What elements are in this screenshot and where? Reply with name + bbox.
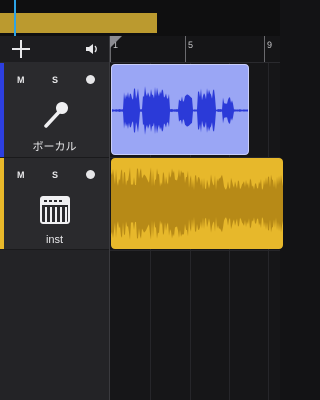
audio-region-vocal[interactable] [111, 64, 249, 155]
track-header-vocal[interactable]: M S ボーカル [0, 63, 109, 158]
playhead[interactable] [14, 0, 16, 36]
header-divider [109, 36, 110, 400]
keyboard-icon [38, 194, 72, 228]
waveform-shape [111, 167, 283, 240]
speaker-button[interactable] [84, 41, 100, 57]
waveform-inst [111, 167, 283, 240]
ruler-tick [264, 36, 265, 62]
waveform-vocal [112, 86, 248, 135]
plus-icon [12, 40, 30, 58]
solo-button[interactable]: S [52, 170, 58, 180]
timeline-ruler[interactable]: 1 5 9 [109, 36, 280, 63]
ruler-marker-5: 5 [188, 40, 194, 50]
speaker-icon [86, 44, 97, 54]
microphone-icon [38, 99, 72, 133]
overview-region [0, 13, 157, 33]
mute-button[interactable]: M [17, 75, 25, 85]
record-enable-button[interactable] [86, 170, 95, 179]
loop-start-handle[interactable] [110, 36, 122, 48]
empty-track-header-area [0, 250, 109, 400]
record-enable-button[interactable] [86, 75, 95, 84]
add-track-button[interactable] [10, 38, 32, 60]
lane-divider [110, 250, 280, 251]
audio-region-inst[interactable] [111, 158, 283, 249]
track-name: inst [45, 234, 64, 246]
solo-button[interactable]: S [52, 75, 58, 85]
track-header-inst[interactable]: M S inst [0, 158, 109, 250]
ruler-tick [185, 36, 186, 62]
ruler-marker-9: 9 [267, 40, 273, 50]
mute-button[interactable]: M [17, 170, 25, 180]
track-name: ボーカル [32, 141, 77, 153]
waveform-shape [112, 86, 248, 135]
